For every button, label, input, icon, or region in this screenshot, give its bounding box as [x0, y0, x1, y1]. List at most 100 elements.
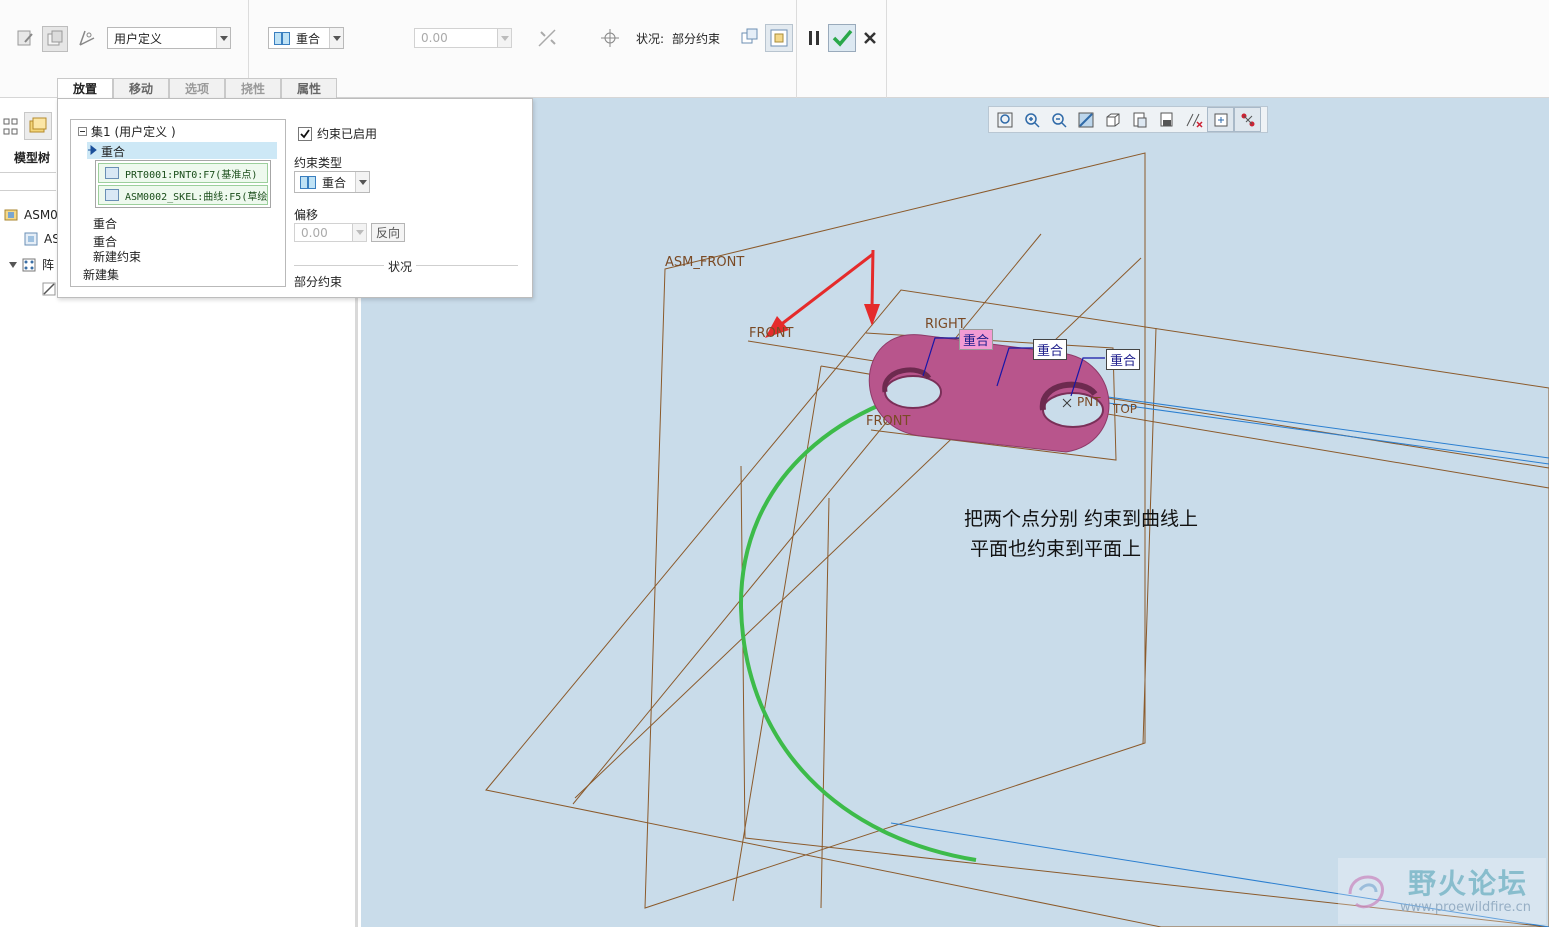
datum-display-icon[interactable] — [1180, 107, 1207, 132]
tab-flexibility[interactable]: 挠性 — [225, 78, 281, 98]
asm-ref-icon — [105, 189, 119, 201]
cancel-close-icon[interactable] — [859, 27, 881, 49]
part-ref-icon — [105, 167, 119, 179]
ok-check-icon[interactable] — [828, 24, 856, 52]
annotation-text-line2: 平面也约束到平面上 — [970, 538, 1142, 560]
placement-panel: 集1 (用户定义 ) 重合 PRT0001:PNT0:F7(基准点) ASM00… — [57, 98, 533, 298]
current-arrow-icon — [88, 145, 97, 155]
pattern-icon — [22, 258, 36, 271]
constraint-type-select[interactable]: 重合 — [268, 27, 344, 49]
model-tree-tab-icon[interactable] — [0, 116, 22, 138]
panel-status-text: 部分约束 — [294, 275, 343, 289]
ribbon-divider — [796, 0, 797, 98]
forum-watermark: 野火论坛 www.proewildfire.cn — [1338, 858, 1546, 924]
edit-placement-icon[interactable] — [14, 27, 36, 49]
panel-offset-input[interactable]: 0.00 — [294, 223, 367, 242]
chevron-down-icon[interactable] — [497, 29, 511, 47]
constraint-type-label: 约束类型 — [294, 156, 343, 170]
reference-label: PRT0001:PNT0:F7(基准点) — [125, 169, 258, 181]
graphics-viewport[interactable]: ASM_FRONT FRONT RIGHT FRONT PNT TOP 重合 重… — [361, 98, 1549, 927]
view-manager-icon[interactable] — [1153, 107, 1180, 132]
spin-center-icon[interactable] — [1234, 107, 1261, 132]
constraint-set-type-select[interactable]: 用户定义 — [107, 27, 231, 49]
constraint-tag-active[interactable]: 重合 — [959, 329, 994, 350]
forum-logo-icon — [1348, 875, 1384, 909]
constraint-item[interactable]: 重合 — [93, 215, 117, 232]
new-constraint-link[interactable]: 新建约束 — [93, 248, 141, 265]
offset-label: 偏移 — [294, 208, 319, 222]
saved-views-icon[interactable] — [1126, 107, 1153, 132]
tab-options[interactable]: 选项 — [169, 78, 225, 98]
point-display-icon[interactable] — [1207, 107, 1234, 132]
annotation-arrows — [765, 249, 880, 338]
coincident-icon — [300, 175, 316, 189]
flip-icon[interactable] — [536, 27, 558, 49]
model-canvas[interactable] — [361, 98, 1549, 927]
sketch-icon[interactable] — [40, 280, 58, 298]
chevron-down-icon[interactable] — [355, 172, 369, 192]
display-style-icon[interactable] — [1099, 107, 1126, 132]
zoom-in-icon[interactable] — [1018, 107, 1045, 132]
constraint-set-type-value: 用户定义 — [114, 31, 163, 46]
offset-input[interactable]: 0.00 — [414, 28, 512, 48]
constraint-tag[interactable]: 重合 — [1106, 349, 1141, 370]
status-label: 状况: — [636, 32, 665, 46]
tree-item-label: 阵 — [42, 258, 55, 272]
tab-move[interactable]: 移动 — [113, 78, 169, 98]
panel-constraint-type-select[interactable]: 重合 — [294, 171, 370, 193]
constraint-status-icon — [599, 27, 621, 49]
panel-constraint-type-value: 重合 — [322, 175, 347, 190]
tab-placement[interactable]: 放置 — [57, 78, 113, 98]
chevron-down-icon[interactable] — [329, 28, 343, 48]
flip-button[interactable]: 反向 — [371, 223, 405, 242]
edge-lines — [890, 395, 1549, 927]
assembly-window-icon[interactable] — [765, 24, 793, 52]
chevron-down-icon[interactable] — [352, 224, 366, 241]
set-header[interactable]: 集1 (用户定义 ) — [91, 123, 176, 140]
constraint-tag[interactable]: 重合 — [1033, 339, 1068, 360]
part-icon — [24, 232, 38, 246]
dashboard-tabs: 放置 移动 选项 挠性 属性 — [57, 78, 337, 98]
datum-label-top: TOP — [1113, 402, 1138, 416]
assembly-icon — [4, 209, 18, 221]
status-header: 状况 — [384, 258, 417, 275]
tree-item-skeleton[interactable]: AS — [24, 232, 60, 246]
collapse-icon[interactable] — [78, 127, 87, 136]
chevron-down-icon[interactable] — [216, 28, 230, 48]
show-component-window-icon[interactable] — [42, 26, 68, 52]
datum-axis-icon[interactable] — [76, 27, 98, 49]
divider — [0, 190, 56, 191]
refit-icon[interactable] — [991, 107, 1018, 132]
reference-item[interactable]: PRT0001:PNT0:F7(基准点) — [98, 163, 268, 183]
tree-item-pattern[interactable]: 阵 — [8, 256, 54, 273]
offset-input-value: 0.00 — [421, 31, 448, 45]
new-set-link[interactable]: 新建集 — [83, 266, 119, 283]
constraint-enabled-label: 约束已启用 — [317, 127, 378, 141]
folder-browser-icon[interactable] — [24, 112, 52, 140]
skeleton-curve[interactable] — [738, 377, 977, 862]
tree-item-label: ASM0 — [24, 208, 58, 222]
reference-list: PRT0001:PNT0:F7(基准点) ASM0002_SKEL:曲线:F5(… — [95, 160, 271, 208]
watermark-title: 野火论坛 — [1408, 867, 1529, 900]
constraint-type-value: 重合 — [296, 31, 321, 46]
tree-item-asm[interactable]: ASM0 — [4, 208, 58, 222]
datum-label-pnt: PNT — [1077, 395, 1101, 409]
panel-offset-value: 0.00 — [301, 225, 328, 240]
separate-window-icon[interactable] — [739, 26, 761, 48]
datum-label-front-part: FRONT — [866, 414, 911, 429]
divider — [0, 172, 56, 173]
reference-item[interactable]: ASM0002_SKEL:曲线:F5(草绘 — [98, 185, 268, 205]
dashboard-ribbon: 用户定义 重合 0.00 状况: 部分约束 放置 移动 选项 挠性 属性 — [0, 0, 1549, 98]
pause-icon[interactable] — [803, 27, 825, 49]
expand-triangle-icon[interactable] — [8, 260, 18, 270]
constraint-set-list[interactable]: 集1 (用户定义 ) 重合 PRT0001:PNT0:F7(基准点) ASM00… — [70, 119, 286, 287]
checkbox-checked-icon[interactable] — [298, 126, 312, 141]
watermark-url: www.proewildfire.cn — [1400, 900, 1531, 915]
datum-label-asm-front: ASM_FRONT — [665, 255, 745, 270]
zoom-out-icon[interactable] — [1045, 107, 1072, 132]
constraint-enabled-checkbox[interactable]: 约束已启用 — [298, 125, 377, 142]
repaint-icon[interactable] — [1072, 107, 1099, 132]
annotation-text-line1: 把两个点分别 约束到曲线上 — [964, 508, 1199, 530]
tab-properties[interactable]: 属性 — [281, 78, 337, 98]
selected-constraint-label[interactable]: 重合 — [101, 143, 125, 160]
